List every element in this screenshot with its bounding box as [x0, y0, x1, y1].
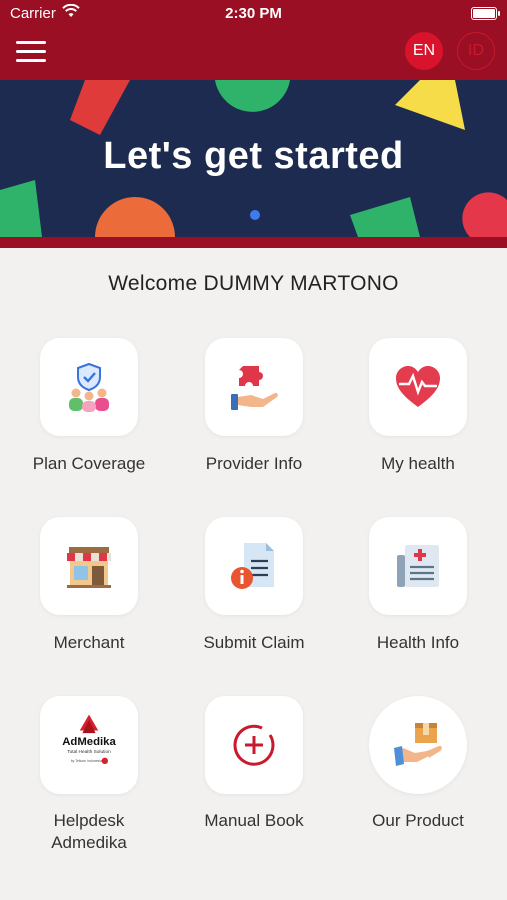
manual-book-button[interactable]: [205, 696, 303, 794]
health-info-label: Health Info: [376, 633, 460, 652]
plan-coverage-label: Plan Coverage: [32, 454, 146, 473]
manual-book-label: Manual Book: [204, 811, 304, 830]
plan-coverage-button[interactable]: [40, 338, 138, 436]
admedika-logo: AdMedika Total Health Solution by Telkom…: [62, 714, 116, 765]
my-health-button[interactable]: [369, 338, 467, 436]
submit-claim-icon: [231, 543, 274, 589]
provider-info-icon: [231, 366, 278, 410]
submit-claim-label: Submit Claim: [203, 633, 305, 652]
our-product-icon: [394, 723, 442, 766]
submit-claim-button[interactable]: [205, 517, 303, 615]
language-id-button[interactable]: ID: [457, 32, 495, 70]
health-info-icon: [397, 545, 439, 587]
promo-banner[interactable]: Let's get started: [0, 80, 507, 237]
admedika-logo-tagline: Total Health Solution: [67, 749, 111, 755]
my-health-label: My health: [381, 454, 455, 473]
banner-title: Let's get started: [103, 135, 404, 177]
health-info-button[interactable]: [369, 517, 467, 615]
helpdesk-admedika-label-line: Helpdesk: [53, 811, 125, 830]
merchant-button[interactable]: [40, 517, 138, 615]
clock: 2:30 PM: [225, 5, 282, 22]
status-bar: Carrier 2:30 PM: [0, 0, 507, 30]
admedika-logo-sub: by Telkom Indonesia: [71, 759, 102, 763]
my-health-icon: [396, 366, 440, 407]
welcome-text: Welcome DUMMY MARTONO: [108, 272, 399, 295]
language-en-button[interactable]: EN: [405, 32, 443, 70]
admedika-logo-name: AdMedika: [62, 736, 116, 748]
hamburger-menu-button[interactable]: [16, 41, 46, 63]
our-product-button[interactable]: [369, 696, 467, 794]
battery-icon: [471, 7, 500, 20]
helpdesk-admedika-button[interactable]: AdMedika Total Health Solution by Telkom…: [40, 696, 138, 794]
provider-info-label: Provider Info: [205, 454, 303, 473]
provider-info-button[interactable]: [205, 338, 303, 436]
merchant-label: Merchant: [53, 633, 125, 652]
app-header: Carrier 2:30 PM EN ID Let's get started: [0, 0, 507, 248]
manual-book-icon: [233, 724, 275, 766]
merchant-icon: [67, 547, 111, 588]
carousel-indicator[interactable]: [250, 210, 260, 220]
our-product-label: Our Product: [372, 811, 464, 830]
plan-coverage-icon: [69, 362, 109, 412]
helpdesk-admedika-label-line: Admedika: [51, 833, 127, 852]
helpdesk-admedika-label: Helpdesk Admedika: [9, 810, 169, 854]
